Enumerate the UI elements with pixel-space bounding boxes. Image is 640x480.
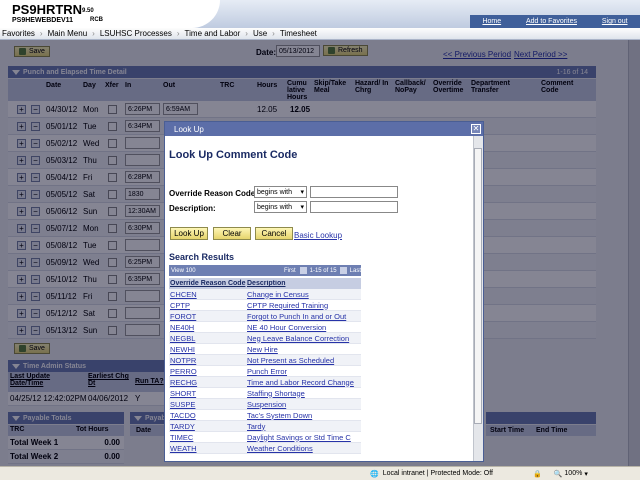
crumb-lsuhsc[interactable]: LSUHSC Processes [100, 29, 172, 38]
override-reason-input[interactable] [310, 186, 398, 198]
description-label: Description: [169, 204, 216, 213]
view-100-link[interactable]: View 100 [171, 268, 196, 274]
table-row: TARDY Tardy [169, 421, 361, 432]
table-row: SHORT Staffing Shortage [169, 388, 361, 399]
results-navigation: View 100 First 1-15 of 15 Last [169, 265, 361, 276]
security-zone-text: Local intranet | Protected Mode: Off [382, 470, 493, 477]
crumb-time-labor[interactable]: Time and Labor [185, 29, 241, 38]
description-input[interactable] [310, 201, 398, 213]
clear-button[interactable]: Clear [213, 227, 251, 240]
search-results-title: Search Results [169, 252, 235, 262]
header-wave [100, 0, 220, 28]
cancel-button[interactable]: Cancel [255, 227, 293, 240]
header-links: Home Add to Favorites Sign out [470, 15, 640, 28]
protected-mode-icon[interactable]: 🔒 [533, 470, 542, 478]
chevron-right-icon: › [92, 29, 95, 38]
chevron-down-icon: ▾ [300, 204, 304, 211]
table-row: TACDO Tac's System Down [169, 410, 361, 421]
table-row: NE40H NE 40 Hour Conversion [169, 322, 361, 333]
description-operator[interactable]: begins with ▾ [254, 201, 307, 213]
table-row: WEATH Weather Conditions [169, 443, 361, 454]
table-row: TIMEC Daylight Savings or Std Time C [169, 432, 361, 443]
breadcrumb: Favorites › Main Menu › LSUHSC Processes › … [0, 28, 640, 40]
first-link[interactable]: First [284, 268, 296, 274]
chevron-down-icon[interactable]: ▾ [584, 470, 588, 478]
table-row: CPTP CPTP Required Training [169, 300, 361, 311]
modal-scroll-thumb[interactable] [474, 148, 482, 424]
override-reason-operator[interactable]: begins with ▾ [254, 186, 307, 198]
result-range: 1-15 of 15 [309, 267, 337, 274]
override-reason-label: Override Reason Code: [169, 189, 258, 198]
modal-title-bar[interactable]: Look Up [165, 122, 483, 136]
results-body: CHCEN Change in Census CPTP CPTP Required … [169, 289, 361, 454]
chevron-right-icon: › [176, 29, 180, 38]
close-icon[interactable]: ✕ [471, 124, 481, 134]
results-header: Override Reason Code Description [169, 278, 361, 289]
table-row: PERRO Punch Error [169, 366, 361, 377]
crumb-timesheet[interactable]: Timesheet [280, 29, 317, 38]
zoom-icon: 🔍 [553, 470, 563, 478]
system-name: PS9HRTRN [12, 2, 83, 17]
crumb-favorites[interactable]: Favorites [2, 29, 35, 38]
col-description[interactable]: Description [247, 280, 361, 287]
zoom-level[interactable]: 100% [564, 470, 582, 477]
chevron-right-icon: › [39, 29, 43, 38]
table-row: SUSPE Suspension [169, 399, 361, 410]
sign-out-link[interactable]: Sign out [602, 18, 628, 25]
lookup-button[interactable]: Look Up [170, 227, 208, 240]
crumb-use[interactable]: Use [253, 29, 267, 38]
user-code: RCB [90, 17, 103, 23]
next-page-icon[interactable] [339, 267, 347, 274]
system-version: 9.50 [82, 8, 94, 14]
table-row: NEWHI New Hire [169, 344, 361, 355]
col-override-code[interactable]: Override Reason Code [169, 280, 247, 287]
chevron-right-icon: › [245, 29, 248, 38]
add-to-favorites-link[interactable]: Add to Favorites [526, 18, 577, 25]
table-row: NEGBL Neg Leave Balance Correction [169, 333, 361, 344]
chevron-down-icon: ▾ [300, 189, 304, 196]
table-row: NOTPR Not Present as Scheduled [169, 355, 361, 366]
home-link[interactable]: Home [482, 18, 501, 25]
crumb-main-menu[interactable]: Main Menu [48, 29, 88, 38]
results-table: Override Reason Code Description CHCEN Ch… [169, 278, 361, 454]
modal-heading: Look Up Comment Code [169, 149, 298, 161]
database-name: PS9HEWEBDEV11 [12, 17, 74, 24]
chevron-right-icon: › [272, 29, 275, 38]
table-row: CHCEN Change in Census [169, 289, 361, 300]
lookup-modal: Look Up ✕ Look Up Comment Code Override … [164, 121, 484, 462]
intranet-zone-icon: 🌐 [370, 470, 379, 478]
prev-page-icon[interactable] [299, 267, 307, 274]
browser-status-bar: 🌐 Local intranet | Protected Mode: Off 🔒… [0, 466, 640, 480]
table-row: FOROT Forgot to Punch In and or Out [169, 311, 361, 322]
last-link[interactable]: Last [350, 268, 361, 274]
basic-lookup-link[interactable]: Basic Lookup [294, 231, 342, 240]
table-row: RECHG Time and Labor Record Change [169, 377, 361, 388]
